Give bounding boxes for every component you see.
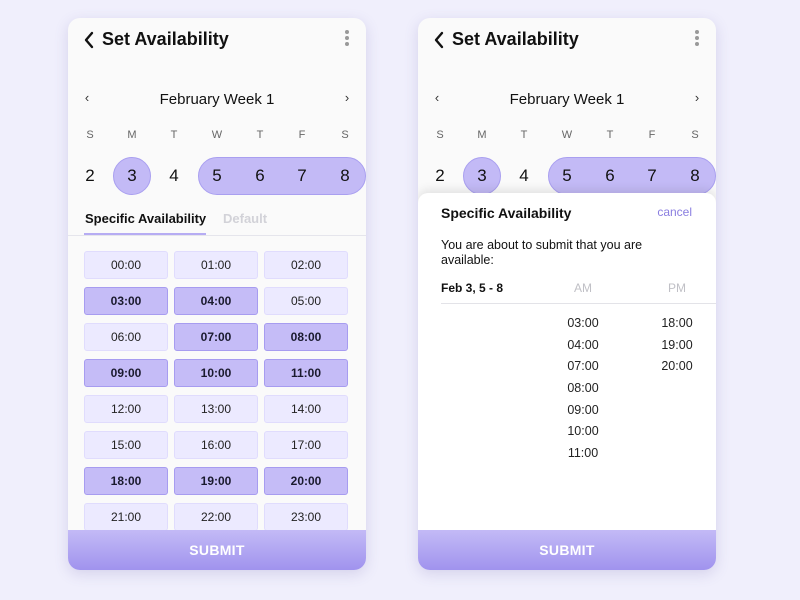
kebab-menu-icon[interactable] <box>344 30 350 48</box>
time-slot[interactable]: 00:00 <box>84 251 168 279</box>
confirmed-time: 04:00 <box>567 337 599 352</box>
time-slot[interactable]: 16:00 <box>174 431 258 459</box>
day-of-week-label: M <box>477 129 487 141</box>
pm-times-list: 18:00 19:00 20:00 <box>647 313 707 378</box>
date-cell[interactable]: 7 <box>287 166 317 186</box>
am-times-list: 03:00 04:00 07:00 08:00 09:00 10:00 11:00 <box>553 313 613 465</box>
date-cell[interactable]: 4 <box>509 166 539 186</box>
time-slot[interactable]: 22:00 <box>174 503 258 531</box>
week-navigator: ‹ February Week 1 › <box>68 88 366 112</box>
date-cell[interactable]: 3 <box>467 166 497 186</box>
pm-column-header: PM <box>668 281 686 295</box>
next-week-icon[interactable]: › <box>690 90 704 105</box>
day-of-week-label: S <box>691 129 699 141</box>
confirmed-time: 20:00 <box>661 359 693 374</box>
time-slot[interactable]: 15:00 <box>84 431 168 459</box>
date-cell[interactable]: 8 <box>680 166 710 186</box>
time-slot[interactable]: 08:00 <box>264 323 348 351</box>
tab-default[interactable]: Default <box>223 211 267 226</box>
app-header: Set Availability <box>418 18 716 62</box>
day-of-week-label: W <box>211 129 223 141</box>
time-slot[interactable]: 03:00 <box>84 287 168 315</box>
confirm-screen: Set Availability ‹ February Week 1 › S M T… <box>418 18 716 570</box>
week-label: February Week 1 <box>159 91 275 108</box>
date-cell[interactable]: 2 <box>75 166 105 186</box>
week-label: February Week 1 <box>509 91 625 108</box>
date-cell[interactable]: 5 <box>552 166 582 186</box>
cancel-link[interactable]: cancel <box>657 205 692 219</box>
back-arrow-icon[interactable] <box>82 30 96 50</box>
divider <box>441 303 716 304</box>
confirmed-time: 18:00 <box>661 316 693 330</box>
time-slot[interactable]: 12:00 <box>84 395 168 423</box>
availability-tabs: Specific Availability Default <box>68 208 366 236</box>
time-slot[interactable]: 23:00 <box>264 503 348 531</box>
confirm-sheet: Specific Availability cancel You are abo… <box>418 193 716 530</box>
time-slot[interactable]: 01:00 <box>174 251 258 279</box>
date-range-label: Feb 3, 5 - 8 <box>441 281 504 295</box>
day-of-week-label: M <box>127 129 137 141</box>
tab-specific-availability[interactable]: Specific Availability <box>85 211 206 226</box>
time-slot[interactable]: 05:00 <box>264 287 348 315</box>
date-cell[interactable]: 8 <box>330 166 360 186</box>
submit-button[interactable]: SUBMIT <box>418 530 716 570</box>
date-cell[interactable]: 6 <box>245 166 275 186</box>
confirmed-time: 07:00 <box>567 359 599 374</box>
time-slot[interactable]: 10:00 <box>174 359 258 387</box>
app-header: Set Availability <box>68 18 366 62</box>
date-cell[interactable]: 7 <box>637 166 667 186</box>
day-of-week-label: S <box>341 129 349 141</box>
day-of-week-label: W <box>561 129 573 141</box>
confirmed-time: 09:00 <box>567 402 599 417</box>
date-cell[interactable]: 3 <box>117 166 147 186</box>
confirmed-time: 08:00 <box>567 381 599 396</box>
confirmed-time: 10:00 <box>567 424 599 439</box>
confirm-message: You are about to submit that you are ava… <box>441 238 643 267</box>
day-of-week-label: S <box>86 129 94 141</box>
date-cell[interactable]: 4 <box>159 166 189 186</box>
confirmed-time: 03:00 <box>567 316 599 330</box>
week-navigator: ‹ February Week 1 › <box>418 88 716 112</box>
day-of-week-label: T <box>520 129 528 141</box>
time-slot[interactable]: 20:00 <box>264 467 348 495</box>
time-slot[interactable]: 14:00 <box>264 395 348 423</box>
date-cell[interactable]: 5 <box>202 166 232 186</box>
kebab-menu-icon[interactable] <box>694 30 700 48</box>
submit-button[interactable]: SUBMIT <box>68 530 366 570</box>
day-of-week-label: T <box>170 129 178 141</box>
availability-screen: Set Availability ‹ February Week 1 › S M T… <box>68 18 366 570</box>
time-slot[interactable]: 02:00 <box>264 251 348 279</box>
date-cell[interactable]: 6 <box>595 166 625 186</box>
time-slot[interactable]: 04:00 <box>174 287 258 315</box>
time-slot[interactable]: 18:00 <box>84 467 168 495</box>
next-week-icon[interactable]: › <box>340 90 354 105</box>
am-column-header: AM <box>574 281 592 295</box>
page-title: Set Availability <box>452 29 579 49</box>
time-slot[interactable]: 06:00 <box>84 323 168 351</box>
sheet-title: Specific Availability <box>441 205 572 221</box>
page-title: Set Availability <box>102 29 229 49</box>
date-cell[interactable]: 2 <box>425 166 455 186</box>
day-of-week-label: F <box>298 129 306 141</box>
active-tab-indicator <box>84 233 206 235</box>
time-slot[interactable]: 11:00 <box>264 359 348 387</box>
day-of-week-label: S <box>436 129 444 141</box>
back-arrow-icon[interactable] <box>432 30 446 50</box>
time-slot[interactable]: 09:00 <box>84 359 168 387</box>
day-of-week-label: T <box>256 129 264 141</box>
time-slot[interactable]: 21:00 <box>84 503 168 531</box>
time-slot[interactable]: 19:00 <box>174 467 258 495</box>
time-slot[interactable]: 17:00 <box>264 431 348 459</box>
day-of-week-label: F <box>648 129 656 141</box>
confirmed-time: 19:00 <box>661 337 693 352</box>
confirmed-time: 11:00 <box>567 446 599 461</box>
time-slot[interactable]: 13:00 <box>174 395 258 423</box>
day-of-week-label: T <box>606 129 614 141</box>
time-slot[interactable]: 07:00 <box>174 323 258 351</box>
